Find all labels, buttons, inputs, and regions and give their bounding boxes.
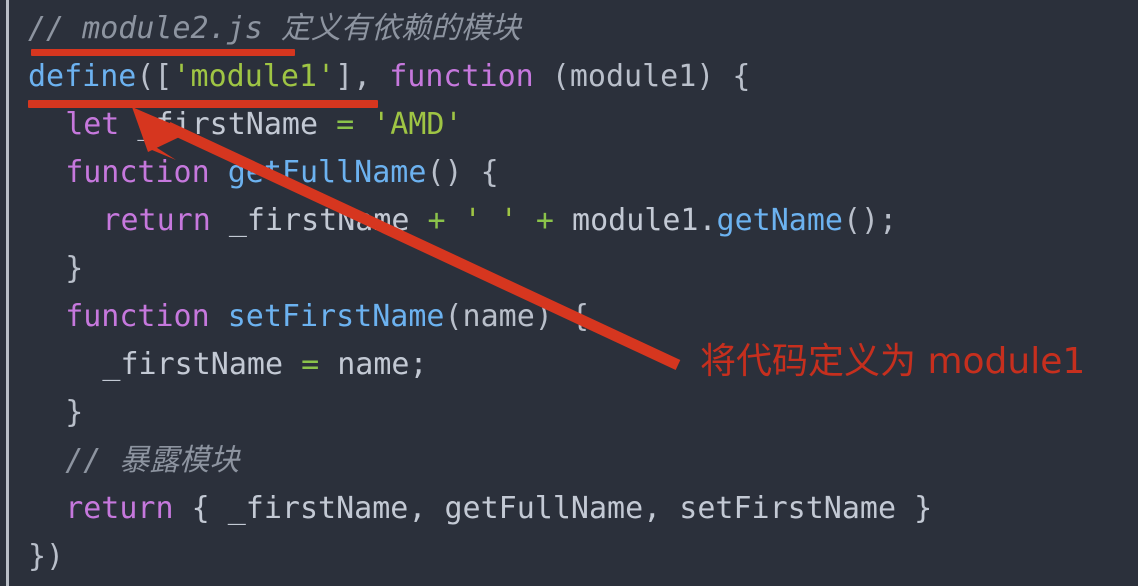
code-token: ' ' (463, 203, 518, 238)
code-line: // module2.js 定义有依赖的模块 (28, 5, 521, 53)
code-token: module1. (553, 203, 717, 238)
code-line: _firstName = name; (102, 341, 427, 389)
code-token: () { (426, 155, 499, 190)
code-token: // (65, 443, 120, 478)
code-token: setFirstName (227, 299, 445, 334)
code-line: return { _firstName, getFullName, setFir… (65, 485, 932, 533)
annotation-underline-define (28, 100, 378, 108)
code-token: } (65, 395, 84, 430)
code-token: ], (335, 59, 390, 94)
code-token: 定义有依赖的模块 (280, 11, 521, 46)
code-token: function (65, 299, 210, 334)
code-token: + (535, 203, 554, 238)
code-line: // 暴露模块 (65, 437, 239, 485)
code-token: getName (716, 203, 843, 238)
code-token: { _firstName, getFullName, setFirstName … (173, 491, 933, 526)
code-line: }) (28, 533, 64, 581)
code-token: // module2.js (28, 11, 281, 46)
code-token: function (65, 155, 210, 190)
code-token: 'module1' (172, 59, 336, 94)
code-line: } (65, 245, 83, 293)
code-line: let _firstName = 'AMD' (65, 101, 462, 149)
code-token: let (65, 107, 120, 142)
code-token: _firstName (210, 203, 428, 238)
code-token: _firstName (102, 347, 302, 382)
code-token: function (389, 59, 534, 94)
code-block: // module2.js 定义有依赖的模块 define(['module1']… (0, 0, 1138, 586)
code-line: } (65, 389, 83, 437)
code-token: return (102, 203, 211, 238)
code-token: (); (842, 203, 898, 238)
code-token: (module1) { (533, 59, 751, 94)
code-token: define (28, 59, 137, 94)
code-token: + (427, 203, 446, 238)
code-token: = (336, 107, 355, 142)
code-token: 'AMD' (372, 107, 463, 142)
code-token: }) (28, 539, 65, 574)
code-token: 暴露模块 (119, 443, 240, 478)
code-screenshot: // module2.js 定义有依赖的模块 define(['module1']… (0, 0, 1138, 586)
code-line: function setFirstName(name) { (65, 293, 589, 341)
code-token: = (301, 347, 320, 382)
code-line: return _firstName + ' ' + module1.getNam… (102, 197, 897, 245)
code-token: return (65, 491, 174, 526)
annotation-callout-text: 将代码定义为 module1 (700, 341, 1086, 382)
code-token: } (65, 251, 84, 286)
code-line: define(['module1'], function (module1) { (28, 53, 751, 101)
code-token: ([ (136, 59, 173, 94)
code-token: (name) { (444, 299, 590, 334)
code-token: getFullName (227, 155, 427, 190)
code-line: function getFullName() { (65, 149, 499, 197)
annotation-underline-comment (31, 49, 295, 56)
code-token: name; (319, 347, 428, 382)
code-token: _firstName (119, 107, 337, 142)
